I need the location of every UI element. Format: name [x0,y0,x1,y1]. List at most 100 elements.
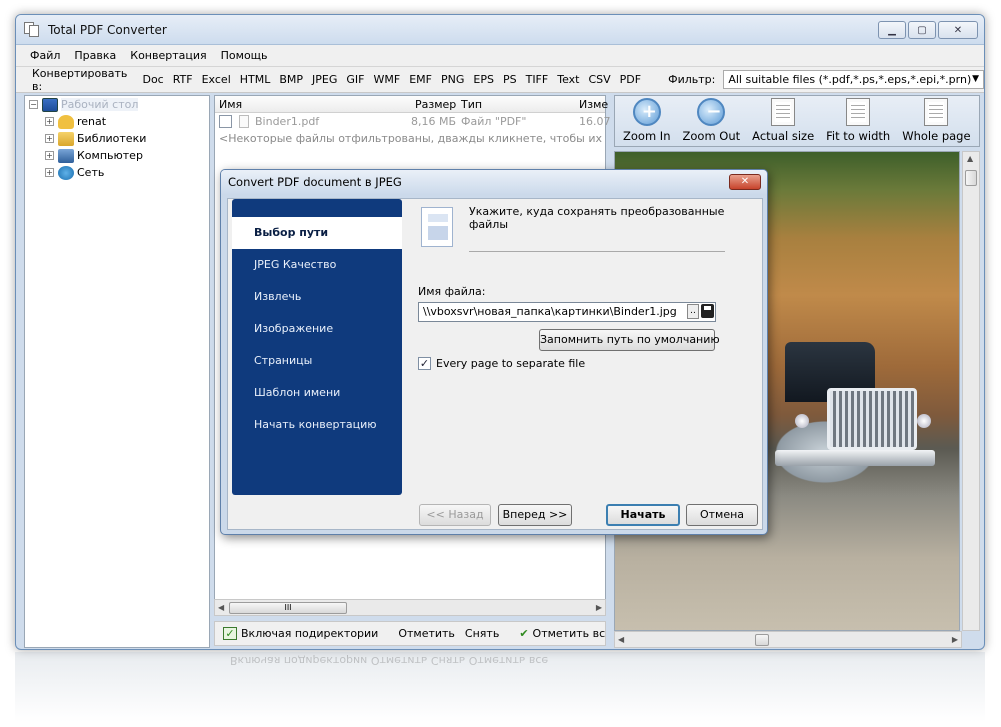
window-controls: ▁ ▢ ✕ [878,21,978,39]
zoom-in-label: Zoom In [623,129,671,143]
separate-pages-checkbox[interactable]: ✓ Every page to separate file [418,357,585,370]
scroll-left-icon[interactable]: ◀ [218,603,224,612]
back-button[interactable]: << Назад [419,504,491,526]
menu-edit[interactable]: Правка [74,49,116,62]
step-extract[interactable]: Извлечь [232,281,402,313]
start-button[interactable]: Начать [606,504,680,526]
format-ps[interactable]: PS [503,73,517,86]
tree-item-renat[interactable]: + renat [25,113,209,130]
step-start-conversion[interactable]: Начать конвертацию [232,409,402,441]
minimize-button[interactable]: ▁ [878,21,906,39]
menu-convert[interactable]: Конвертация [130,49,206,62]
file-name: Binder1.pdf [255,115,320,128]
file-checkbox[interactable] [219,115,232,128]
column-type[interactable]: Тип [461,98,482,111]
title-bar: Total PDF Converter ▁ ▢ ✕ [16,15,984,45]
selection-toolbar: ✓ Включая подиректории Отметить Снять ✔ … [214,621,606,646]
next-button[interactable]: Вперед >> [498,504,572,526]
format-pdf[interactable]: PDF [620,73,641,86]
column-size[interactable]: Размер [415,98,456,111]
format-bmp[interactable]: BMP [279,73,303,86]
filename-input[interactable]: \\vboxsvr\новая_папка\картинки\Binder1.j… [418,302,716,322]
window-reflection: Включая подиректории Отметить Снять Отме… [15,652,985,722]
expand-icon[interactable]: + [45,168,54,177]
scroll-thumb[interactable] [965,170,977,186]
include-subdirs-button[interactable]: ✓ Включая подиректории [223,627,378,640]
tree-item-computer[interactable]: + Компьютер [25,147,209,164]
browse-button[interactable]: .. [687,304,699,319]
actual-size-button[interactable]: Actual size [752,98,814,143]
format-excel[interactable]: Excel [202,73,231,86]
fit-width-icon [846,98,871,126]
scroll-right-icon[interactable]: ▶ [952,635,958,644]
scroll-right-icon[interactable]: ▶ [596,603,602,612]
remember-path-button[interactable]: Запомнить путь по умолчанию [539,329,720,351]
unmark-button[interactable]: Снять [465,627,499,640]
expand-icon[interactable]: + [45,151,54,160]
format-wmf[interactable]: WMF [374,73,401,86]
file-size: 8,16 МБ [411,115,457,128]
mark-button[interactable]: Отметить [398,627,455,640]
menu-help[interactable]: Помощь [221,49,268,62]
close-button[interactable]: ✕ [938,21,978,39]
divider [469,251,725,252]
file-row[interactable]: Binder1.pdf 8,16 МБ Файл "PDF" 16.07 [215,113,611,131]
app-icon [24,21,42,38]
step-pages[interactable]: Страницы [232,345,402,377]
step-jpeg-quality[interactable]: JPEG Качество [232,249,402,281]
format-tiff[interactable]: TIFF [526,73,549,86]
desktop-icon [42,97,58,112]
column-modified[interactable]: Изме [579,98,608,111]
format-gif[interactable]: GIF [346,73,364,86]
checkbox-box[interactable]: ✓ [418,357,431,370]
format-csv[interactable]: CSV [588,73,610,86]
step-image[interactable]: Изображение [232,313,402,345]
convert-label: Конвертировать в: [32,66,128,93]
tree-label: Компьютер [77,149,143,162]
menu-bar: Файл Правка Конвертация Помощь [16,45,984,67]
format-doc[interactable]: Doc [142,73,163,86]
filter-label: Фильтр: [668,73,716,86]
step-path[interactable]: Выбор пути [232,217,402,249]
fit-width-label: Fit to width [826,129,891,143]
scroll-left-icon[interactable]: ◀ [618,635,624,644]
expand-icon[interactable]: + [45,117,54,126]
filtered-note[interactable]: <Некоторые файлы отфильтрованы, дважды к… [215,131,605,147]
collapse-icon[interactable]: − [29,100,38,109]
scroll-thumb[interactable] [755,634,769,646]
whole-page-button[interactable]: Whole page [902,98,971,143]
format-html[interactable]: HTML [240,73,271,86]
format-jpeg[interactable]: JPEG [312,73,337,86]
zoom-in-button[interactable]: Zoom In [623,98,671,143]
actual-size-icon [771,98,796,126]
save-icon[interactable] [701,304,714,318]
zoom-out-label: Zoom Out [682,129,741,143]
tree-item-desktop[interactable]: − Рабочий стол [25,96,209,113]
preview-hscroll[interactable]: ◀ ▶ [614,631,962,648]
scroll-thumb[interactable]: III [229,602,347,614]
filter-select[interactable]: All suitable files (*.pdf,*.ps,*.eps,*.e… [723,70,984,89]
tree-item-network[interactable]: + Сеть [25,164,209,181]
truck-grille [827,388,917,450]
mark-all-button[interactable]: ✔ Отметить все [519,627,605,640]
file-list-hscroll[interactable]: ◀ III ▶ [214,599,606,616]
format-emf[interactable]: EMF [409,73,432,86]
cancel-button[interactable]: Отмена [686,504,758,526]
maximize-button[interactable]: ▢ [908,21,936,39]
document-icon [421,207,453,247]
scroll-up-icon[interactable]: ▲ [967,154,973,163]
format-eps[interactable]: EPS [473,73,494,86]
column-name[interactable]: Имя [219,98,242,111]
preview-vscroll[interactable]: ▲ [962,151,980,631]
menu-file[interactable]: Файл [30,49,60,62]
tree-item-libraries[interactable]: + Библиотеки [25,130,209,147]
format-text[interactable]: Text [557,73,579,86]
zoom-out-button[interactable]: Zoom Out [682,98,741,143]
format-png[interactable]: PNG [441,73,464,86]
fit-width-button[interactable]: Fit to width [826,98,890,143]
step-name-template[interactable]: Шаблон имени [232,377,402,409]
format-rtf[interactable]: RTF [173,73,193,86]
expand-icon[interactable]: + [45,134,54,143]
dialog-heading: Укажите, куда сохранять преобразованные … [469,205,725,231]
dialog-close-button[interactable]: ✕ [729,174,761,190]
